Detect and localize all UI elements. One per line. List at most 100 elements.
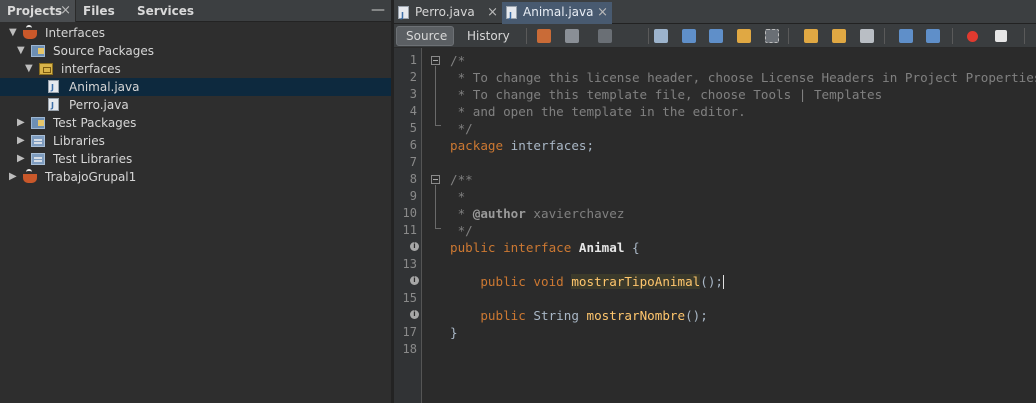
keyword: interface	[495, 240, 572, 255]
identifier: interfaces;	[503, 138, 595, 153]
toolbar-separator	[952, 28, 953, 44]
editor-tab-bar: Perro.java × Animal.java ×	[394, 0, 1036, 26]
tab-projects[interactable]: Projects ×	[0, 0, 76, 22]
tree-node-trabajogrupal1[interactable]: ▶ TrabajoGrupal1	[0, 168, 391, 186]
minimize-icon[interactable]: —	[371, 0, 385, 22]
prev-bookmark-icon[interactable]	[804, 29, 818, 43]
comment-text: xavierchavez	[525, 206, 625, 221]
line-number: 7	[409, 155, 417, 169]
line-number: 8	[409, 172, 417, 186]
collapse-arrow-icon[interactable]: ▶	[9, 168, 19, 186]
implemented-by-icon[interactable]: i	[410, 276, 419, 285]
tab-services[interactable]: Services	[130, 0, 210, 22]
line-number: 15	[402, 291, 417, 305]
fold-guide	[435, 228, 441, 229]
stop-macro-icon[interactable]	[995, 30, 1007, 42]
line-number: 1	[409, 53, 417, 67]
code-line-12: public interface Animal {	[450, 239, 640, 256]
tree-node-label: Libraries	[53, 134, 105, 148]
java-file-icon	[48, 97, 59, 115]
punctuation: {	[624, 240, 640, 255]
collapse-arrow-icon[interactable]: ▶	[17, 150, 27, 168]
tree-node-label: interfaces	[61, 62, 121, 76]
code-editor: Perro.java × Animal.java × Source Histor…	[394, 0, 1036, 403]
tree-node-label: Source Packages	[53, 44, 155, 58]
shift-left-icon[interactable]	[899, 29, 913, 43]
toolbar-separator	[1024, 28, 1025, 44]
line-number: 11	[402, 223, 417, 237]
line-number: 17	[402, 325, 417, 339]
tree-node-interfaces-project[interactable]: ▼ Interfaces	[0, 24, 391, 42]
line-number: 13	[402, 257, 417, 271]
expand-arrow-icon[interactable]: ▼	[9, 24, 19, 42]
line-number-gutter: 1 2 3 4 5 6 7 8 9 10 11 i 13 i 15 i 17 1…	[394, 48, 422, 403]
tab-files-label: Files	[83, 4, 115, 18]
toggle-highlight-icon[interactable]	[737, 29, 751, 43]
tree-node-label: Animal.java	[69, 80, 140, 94]
shift-right-icon[interactable]	[926, 29, 940, 43]
expand-arrow-icon[interactable]: ▼	[17, 42, 27, 60]
line-number: 5	[409, 121, 417, 135]
method-name: mostrarNombre	[586, 308, 686, 323]
last-edit-icon[interactable]	[537, 29, 551, 43]
close-icon[interactable]: ×	[597, 2, 608, 23]
source-button[interactable]: Source	[396, 26, 454, 46]
tab-animal-java[interactable]: Animal.java ×	[502, 2, 612, 26]
line-number: 2	[409, 70, 417, 84]
record-macro-icon[interactable]	[967, 31, 978, 42]
tree-node-animal-java[interactable]: Animal.java	[0, 78, 391, 97]
line-number: 4	[409, 104, 417, 118]
test-packages-icon	[31, 117, 45, 129]
punctuation: ();	[700, 274, 723, 289]
keyword: package	[450, 138, 504, 153]
find-previous-icon[interactable]	[682, 29, 696, 43]
code-line-14: public void mostrarTipoAnimal();	[450, 273, 724, 290]
find-icon[interactable]	[654, 29, 668, 43]
fold-toggle-icon[interactable]	[431, 175, 440, 184]
source-packages-icon	[31, 45, 45, 57]
implemented-by-icon[interactable]: i	[410, 242, 419, 251]
code-line-3: * To change this template file, choose T…	[450, 87, 883, 102]
javadoc-tag: @author	[472, 206, 526, 221]
implemented-by-icon[interactable]: i	[410, 310, 419, 319]
forward-icon[interactable]	[598, 29, 612, 43]
line-number: 10	[402, 206, 417, 220]
code-line-9: *	[450, 189, 466, 204]
back-icon[interactable]	[565, 29, 579, 43]
panel-tab-bar: Projects × Files Services —	[0, 0, 391, 22]
tab-services-label: Services	[137, 4, 195, 18]
editor-toolbar: Source History	[394, 24, 1036, 48]
test-libraries-icon	[31, 153, 45, 165]
project-icon	[23, 25, 37, 39]
history-button[interactable]: History	[458, 26, 516, 46]
java-file-icon	[48, 79, 59, 97]
tree-node-test-packages[interactable]: ▶ Test Packages	[0, 114, 391, 132]
next-bookmark-icon[interactable]	[832, 29, 846, 43]
code-area[interactable]: /* * To change this license header, choo…	[450, 48, 1036, 403]
comment-text: *	[450, 206, 473, 221]
code-line-5: */	[450, 121, 473, 136]
tree-node-source-packages[interactable]: ▼ Source Packages	[0, 42, 391, 60]
expand-arrow-icon[interactable]: ▼	[25, 60, 35, 78]
find-next-icon[interactable]	[709, 29, 723, 43]
close-icon[interactable]: ×	[487, 2, 498, 23]
tree-node-test-libraries[interactable]: ▶ Test Libraries	[0, 150, 391, 168]
toggle-bookmark-icon[interactable]	[860, 29, 874, 43]
collapse-arrow-icon[interactable]: ▶	[17, 114, 27, 132]
rect-select-icon[interactable]	[765, 29, 779, 43]
close-icon[interactable]: ×	[60, 0, 71, 22]
tree-node-perro-java[interactable]: Perro.java	[0, 96, 391, 115]
collapse-arrow-icon[interactable]: ▶	[17, 132, 27, 150]
tab-perro-java[interactable]: Perro.java ×	[394, 2, 502, 26]
method-name: mostrarTipoAnimal	[571, 274, 701, 289]
code-line-11: */	[450, 223, 473, 238]
fold-guide	[435, 66, 436, 125]
tree-node-interfaces-package[interactable]: ▼ interfaces	[0, 60, 391, 78]
fold-guide	[435, 125, 441, 126]
tab-projects-label: Projects	[7, 4, 63, 18]
line-number: 9	[409, 189, 417, 203]
tree-node-label: Perro.java	[69, 98, 129, 112]
tree-node-libraries[interactable]: ▶ Libraries	[0, 132, 391, 150]
fold-toggle-icon[interactable]	[431, 56, 440, 65]
tab-files[interactable]: Files	[76, 0, 130, 22]
